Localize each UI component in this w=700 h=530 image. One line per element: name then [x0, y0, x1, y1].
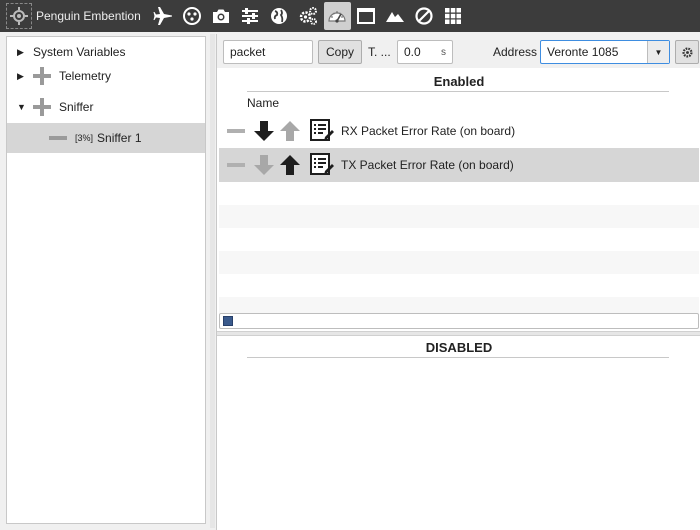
tree-item-label: System Variables	[33, 45, 126, 59]
divider	[247, 91, 669, 92]
scrollbar-thumb[interactable]	[223, 316, 233, 326]
horizontal-scrollbar[interactable]	[219, 313, 699, 329]
horizontal-splitter[interactable]	[217, 331, 700, 336]
tree-item-telemetry[interactable]: ▶ Telemetry	[7, 61, 205, 91]
empty-row	[219, 205, 699, 228]
address-label: Address	[493, 45, 538, 59]
search-input[interactable]: packet	[223, 40, 313, 64]
app-logo-icon[interactable]	[6, 3, 32, 29]
empty-row	[219, 251, 699, 274]
gear-icon	[681, 46, 693, 58]
chevron-down-icon[interactable]: ▼	[647, 41, 669, 63]
grid-icon[interactable]	[440, 2, 467, 30]
variable-row-rx[interactable]: RX Packet Error Rate (on board)	[219, 114, 699, 148]
airplane-icon[interactable]	[150, 2, 177, 30]
sliders-icon[interactable]	[237, 2, 264, 30]
edit-list-icon[interactable]	[309, 152, 335, 178]
disabled-section-title: DISABLED	[425, 340, 493, 355]
arrow-up-icon[interactable]	[279, 119, 301, 143]
tree-item-sniffer[interactable]: ▼ Sniffer	[7, 92, 205, 122]
variable-row-tx[interactable]: TX Packet Error Rate (on board)	[219, 148, 699, 182]
time-unit: s	[441, 46, 446, 58]
variables-tree: ▶ System Variables ▶ Telemetry ▼ Sniffer…	[6, 36, 206, 524]
address-select[interactable]: Veronte 1085 ▼	[540, 40, 670, 64]
variables-panel: packet Copy T. ... 0.0 s Address Veronte…	[216, 34, 700, 530]
arrow-down-icon[interactable]	[253, 153, 275, 177]
gears-icon[interactable]	[295, 2, 322, 30]
joystick-icon[interactable]	[179, 2, 206, 30]
vertical-splitter[interactable]	[210, 34, 215, 528]
tree-item-sniffer-1[interactable]: [3%] Sniffer 1	[7, 123, 205, 153]
arrow-down-icon[interactable]	[253, 119, 275, 143]
time-label: T. ...	[368, 45, 391, 59]
filter-bar: packet Copy T. ... 0.0 s Address Veronte…	[217, 34, 700, 68]
variable-name: TX Packet Error Rate (on board)	[341, 158, 514, 172]
empty-row	[219, 228, 699, 251]
app-title: Penguin Embention	[36, 9, 141, 23]
globe-icon[interactable]	[266, 2, 293, 30]
main-toolbar: Penguin Embention	[0, 0, 700, 32]
variable-name: RX Packet Error Rate (on board)	[341, 124, 516, 138]
expand-arrow-icon[interactable]: ▶	[17, 47, 27, 58]
empty-row	[219, 274, 699, 297]
name-column-header[interactable]: Name	[247, 96, 279, 110]
plus-icon	[33, 67, 51, 85]
gauge-icon[interactable]	[323, 2, 351, 30]
settings-button[interactable]	[675, 40, 699, 64]
prohibited-icon[interactable]	[411, 2, 438, 30]
plus-icon	[33, 98, 51, 116]
minus-icon[interactable]	[227, 163, 245, 167]
usage-percent: [3%]	[75, 133, 94, 143]
empty-row	[219, 182, 699, 205]
collapse-arrow-icon[interactable]: ▼	[17, 102, 27, 112]
minus-icon[interactable]	[227, 129, 245, 133]
divider	[247, 357, 669, 358]
expand-arrow-icon[interactable]: ▶	[17, 71, 27, 82]
empty-row	[219, 297, 699, 313]
tree-item-label: Sniffer	[59, 100, 94, 114]
edit-list-icon[interactable]	[309, 118, 335, 144]
copy-button[interactable]: Copy	[318, 40, 362, 64]
arrow-up-icon[interactable]	[279, 153, 301, 177]
mountain-icon[interactable]	[382, 2, 409, 30]
tree-item-label: Telemetry	[59, 69, 112, 83]
window-icon[interactable]	[353, 2, 380, 30]
time-value: 0.0	[404, 45, 421, 59]
time-field[interactable]: 0.0 s	[397, 40, 453, 64]
enabled-section-title: Enabled	[433, 74, 485, 89]
camera-icon[interactable]	[208, 2, 235, 30]
minus-icon	[49, 136, 67, 140]
tree-item-label: Sniffer 1	[97, 131, 142, 145]
address-value: Veronte 1085	[547, 45, 619, 59]
